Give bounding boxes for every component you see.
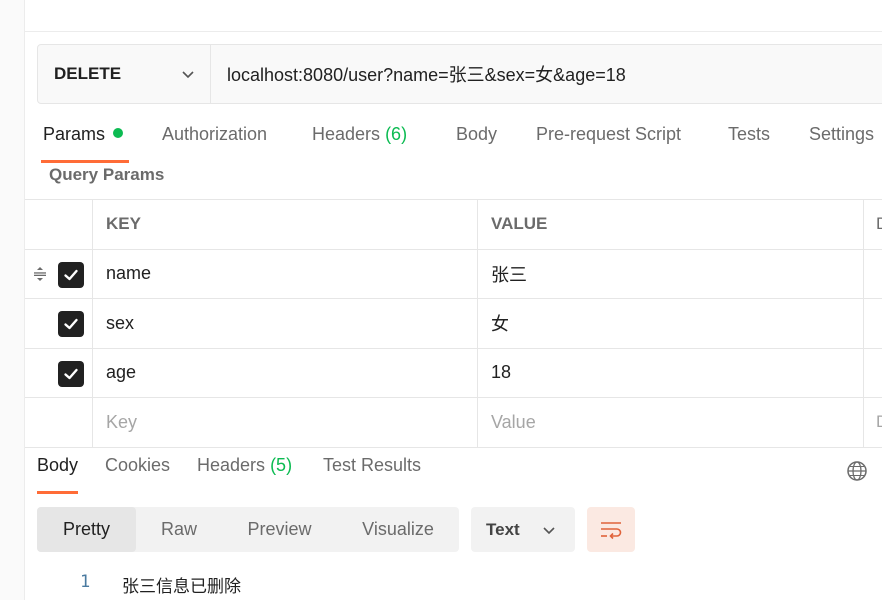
globe-icon[interactable] <box>846 460 868 482</box>
tab-test-results[interactable]: Test Results <box>323 455 421 476</box>
param-key: age <box>106 362 137 383</box>
tab-tests[interactable]: Tests <box>728 124 770 164</box>
query-params-title: Query Params <box>49 165 165 184</box>
chevron-down-icon <box>182 71 194 79</box>
line-number: 1 <box>80 572 91 592</box>
param-description-cell[interactable] <box>864 299 882 348</box>
url-input[interactable]: localhost:8080/user?name=张三&sex=女&age=18 <box>211 45 882 103</box>
params-table: KEY VALUE D name 张三 sex 女 <box>25 199 882 448</box>
drag-handle-icon[interactable] <box>32 266 48 282</box>
row-checkbox[interactable] <box>58 360 84 387</box>
param-description-cell[interactable] <box>864 349 882 398</box>
format-select[interactable]: Text <box>471 507 575 552</box>
divider <box>25 31 882 32</box>
tab-label: Headers <box>312 124 381 144</box>
view-label: Raw <box>160 519 197 539</box>
table-row: sex 女 <box>25 299 882 349</box>
tab-label: Test Results <box>323 455 422 475</box>
response-tabs: Body Cookies Headers (5) Test Results <box>25 455 882 495</box>
new-key-input[interactable]: Key <box>93 398 478 447</box>
active-tab-indicator <box>41 160 130 163</box>
tab-label: Authorization <box>162 124 268 144</box>
tab-count: (5) <box>270 455 293 475</box>
tab-authorization[interactable]: Authorization <box>162 124 267 164</box>
request-url-bar: DELETE localhost:8080/user?name=张三&sex=女… <box>37 44 882 104</box>
checkmark-icon <box>64 368 78 379</box>
new-param-row: Key Value D <box>25 398 882 448</box>
table-header-row: KEY VALUE D <box>25 200 882 250</box>
tab-headers[interactable]: Headers (6) <box>312 124 407 164</box>
tab-count: (6) <box>385 124 408 144</box>
tab-label: Cookies <box>105 455 171 475</box>
header-key: KEY <box>93 200 478 249</box>
wrap-lines-button[interactable] <box>587 507 635 552</box>
tab-label: Body <box>456 124 498 144</box>
row-controls <box>25 299 93 348</box>
tab-cookies[interactable]: Cookies <box>105 455 170 476</box>
request-tabs: Params Authorization Headers (6) Body Pr… <box>25 124 882 164</box>
tab-pre-request-script[interactable]: Pre-request Script <box>536 124 681 164</box>
tab-params[interactable]: Params <box>41 124 130 164</box>
param-key: name <box>106 263 152 284</box>
key-placeholder: Key <box>106 411 138 432</box>
tab-response-headers[interactable]: Headers (5) <box>197 455 292 476</box>
param-value: 张三 <box>491 264 527 285</box>
response-text: 张三信息已删除 <box>122 577 241 597</box>
table-row: age 18 <box>25 348 882 398</box>
description-placeholder: D <box>876 412 882 432</box>
format-label: Text <box>486 519 520 539</box>
header-description: D <box>864 200 882 249</box>
tab-label: Body <box>37 455 79 475</box>
view-pretty[interactable]: Pretty <box>37 507 136 552</box>
method-label: DELETE <box>54 64 122 83</box>
param-value: 18 <box>491 362 512 383</box>
tab-label: Params <box>43 124 106 144</box>
tab-label: Headers <box>197 455 266 475</box>
header-value: VALUE <box>478 200 864 249</box>
tab-label: Settings <box>809 124 875 144</box>
param-key: sex <box>106 312 135 333</box>
tab-settings[interactable]: Settings <box>809 124 874 164</box>
param-key-cell[interactable]: age <box>93 348 478 397</box>
view-mode-selector: Pretty Raw Preview Visualize <box>37 507 459 552</box>
response-body-line: 1 张三信息已删除 <box>25 570 882 600</box>
param-key-cell[interactable]: sex <box>93 299 478 348</box>
left-sidebar-strip <box>0 0 25 600</box>
param-value-cell[interactable]: 女 <box>478 299 864 348</box>
new-description-input[interactable]: D <box>864 398 882 447</box>
new-value-input[interactable]: Value <box>478 398 864 447</box>
view-label: Preview <box>247 519 312 539</box>
tab-label: Tests <box>728 124 771 144</box>
method-select[interactable]: DELETE <box>38 45 211 103</box>
row-checkbox[interactable] <box>58 261 84 288</box>
value-placeholder: Value <box>491 411 536 432</box>
status-dot-icon <box>113 128 124 138</box>
param-value-cell[interactable]: 18 <box>478 348 864 397</box>
view-preview[interactable]: Preview <box>222 507 337 552</box>
tab-body[interactable]: Body <box>456 124 497 164</box>
url-value: localhost:8080/user?name=张三&sex=女&age=18 <box>227 65 626 85</box>
param-value: 女 <box>491 314 509 335</box>
row-controls <box>25 249 93 298</box>
tab-response-body[interactable]: Body <box>37 455 79 494</box>
wrap-lines-icon <box>601 521 622 539</box>
table-row: name 张三 <box>25 249 882 299</box>
checkmark-icon <box>64 269 78 280</box>
checkmark-icon <box>64 318 78 330</box>
active-tab-indicator <box>37 491 79 494</box>
param-description-cell[interactable] <box>864 250 882 299</box>
view-label: Visualize <box>362 519 434 539</box>
row-checkbox[interactable] <box>58 311 84 337</box>
header-cell-select <box>25 200 93 249</box>
tab-label: Pre-request Script <box>536 124 682 144</box>
view-visualize[interactable]: Visualize <box>337 507 459 552</box>
param-key-cell[interactable]: name <box>93 249 478 298</box>
row-controls <box>25 398 93 447</box>
view-label: Pretty <box>62 519 110 539</box>
param-value-cell[interactable]: 张三 <box>478 249 864 298</box>
view-raw[interactable]: Raw <box>136 507 222 552</box>
row-controls <box>25 348 93 397</box>
chevron-down-icon <box>543 526 555 534</box>
